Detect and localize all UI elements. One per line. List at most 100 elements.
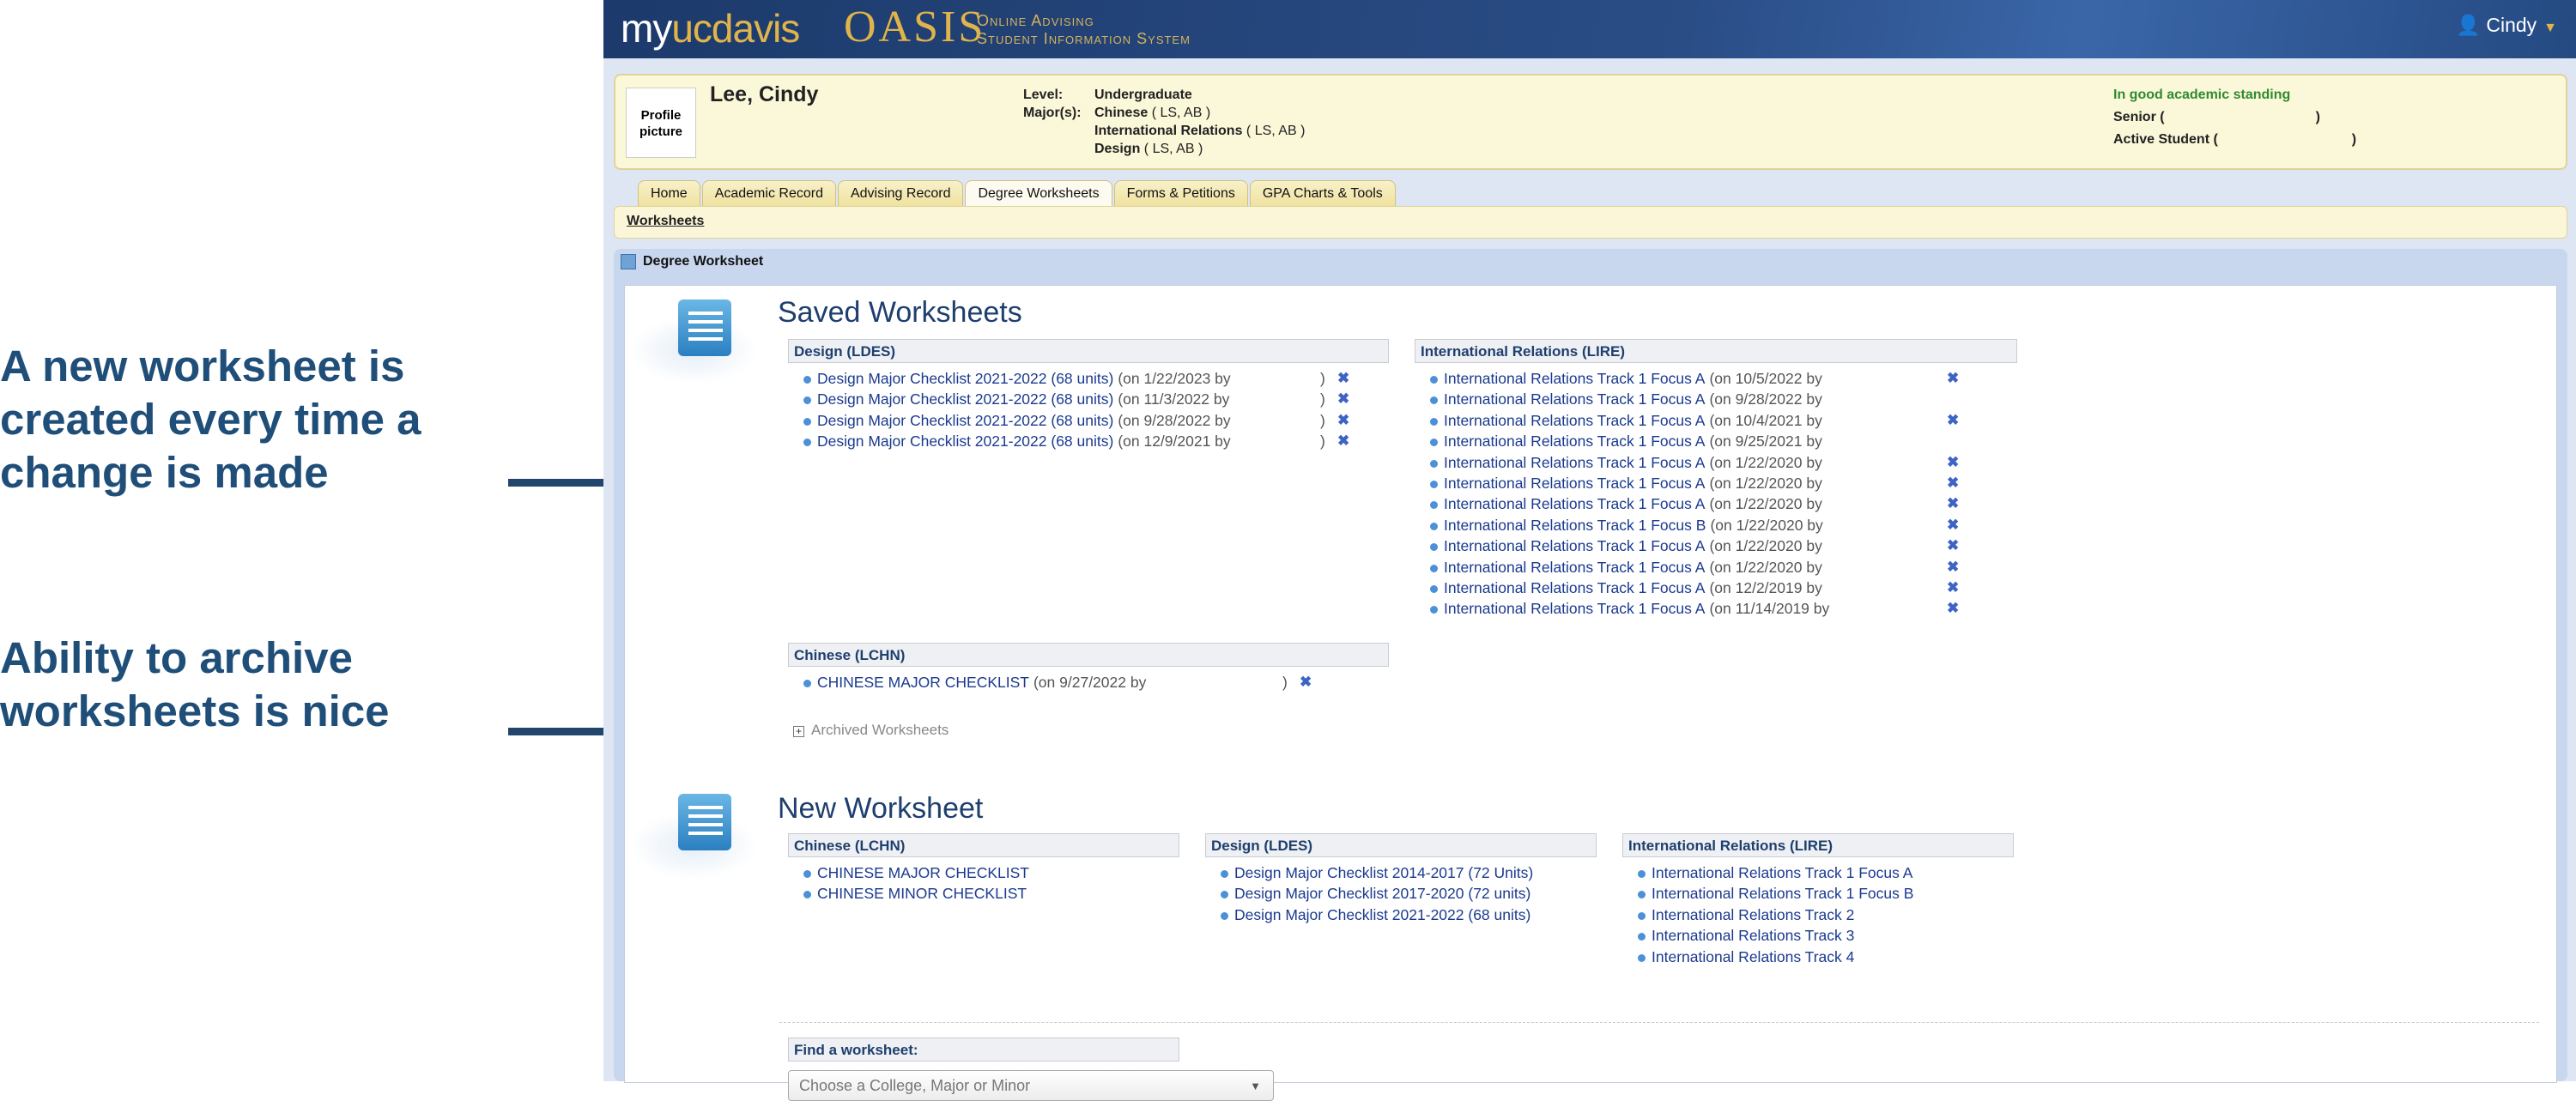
new-design-list: Design Major Checklist 2014-2017 (72 Uni…	[1205, 864, 1597, 927]
new-worksheet-link[interactable]: Design Major Checklist 2017-2020 (72 uni…	[1234, 885, 1530, 902]
profile-picture: Profile picture	[626, 88, 696, 158]
profile-values: Undergraduate Chinese ( LS, AB ) Interna…	[1094, 86, 1305, 158]
new-worksheet-link[interactable]: International Relations Track 1 Focus B	[1652, 885, 1913, 902]
delete-icon[interactable]: ✖	[1947, 517, 1959, 534]
worksheet-meta-end: )	[1320, 390, 1325, 408]
worksheet-link[interactable]: International Relations Track 1 Focus A	[1444, 495, 1705, 512]
saved-worksheet-item: International Relations Track 1 Focus A(…	[1415, 412, 2017, 433]
myucdavis-logo[interactable]: myucdavis	[621, 5, 800, 51]
class-level: Senior ()	[2113, 106, 2356, 129]
major-chinese: Chinese ( LS, AB )	[1094, 104, 1305, 122]
subnav-worksheets-link[interactable]: Worksheets	[627, 214, 704, 229]
worksheet-link[interactable]: International Relations Track 1 Focus A	[1444, 370, 1705, 387]
worksheet-link[interactable]: International Relations Track 1 Focus A	[1444, 600, 1705, 617]
new-worksheet-link[interactable]: Design Major Checklist 2014-2017 (72 Uni…	[1234, 864, 1533, 881]
new-worksheet-link[interactable]: International Relations Track 4	[1652, 948, 1854, 965]
oasis-subtitle: Online Advising Student Information Syst…	[977, 12, 1191, 48]
worksheet-link[interactable]: Design Major Checklist 2021-2022 (68 uni…	[817, 390, 1113, 408]
delete-icon[interactable]: ✖	[1337, 390, 1349, 408]
new-worksheet-link[interactable]: International Relations Track 3	[1652, 927, 1854, 944]
worksheet-link[interactable]: International Relations Track 1 Focus B	[1444, 517, 1706, 534]
level-value: Undergraduate	[1094, 88, 1192, 102]
group-header: International Relations (LIRE)	[1622, 833, 2014, 857]
new-worksheet-link[interactable]: CHINESE MAJOR CHECKLIST	[817, 864, 1029, 881]
worksheet-link[interactable]: Design Major Checklist 2021-2022 (68 uni…	[817, 370, 1113, 387]
saved-worksheet-item: International Relations Track 1 Focus A(…	[1415, 390, 2017, 411]
annotation-new-worksheet: A new worksheet is created every time a …	[0, 342, 421, 497]
tab-forms-petitions[interactable]: Forms & Petitions	[1113, 180, 1248, 206]
student-profile: Profile picture Lee, Cindy Level: Major(…	[614, 74, 2567, 170]
worksheet-link[interactable]: Design Major Checklist 2021-2022 (68 uni…	[817, 412, 1113, 429]
user-menu[interactable]: 👤 Cindy ▼	[2456, 14, 2557, 37]
new-worksheet-link[interactable]: Design Major Checklist 2021-2022 (68 uni…	[1234, 906, 1530, 923]
saved-worksheet-item: International Relations Track 1 Focus A(…	[1415, 559, 2017, 579]
new-worksheet-item: Design Major Checklist 2021-2022 (68 uni…	[1205, 906, 1597, 927]
saved-worksheet-item: International Relations Track 1 Focus A(…	[1415, 537, 2017, 558]
find-worksheet-select[interactable]: Choose a College, Major or Minor ▼	[788, 1070, 1274, 1101]
worksheet-link[interactable]: International Relations Track 1 Focus A	[1444, 559, 1705, 576]
delete-icon[interactable]: ✖	[1947, 579, 1959, 596]
tab-home[interactable]: Home	[638, 180, 700, 206]
profile-labels: Level: Major(s):	[1023, 86, 1082, 122]
delete-icon[interactable]: ✖	[1337, 433, 1349, 450]
worksheet-meta: (on 1/22/2023 by	[1118, 370, 1231, 387]
worksheet-link[interactable]: International Relations Track 1 Focus A	[1444, 412, 1705, 429]
group-header: Chinese (LCHN)	[788, 643, 1389, 667]
worksheet-link[interactable]: International Relations Track 1 Focus A	[1444, 454, 1705, 471]
worksheet-link[interactable]: International Relations Track 1 Focus A	[1444, 433, 1705, 450]
delete-icon[interactable]: ✖	[1947, 454, 1959, 471]
delete-icon[interactable]: ✖	[1947, 412, 1959, 429]
new-worksheet-item: International Relations Track 1 Focus B	[1622, 885, 2014, 905]
worksheet-link[interactable]: CHINESE MAJOR CHECKLIST	[817, 674, 1029, 691]
chevron-down-icon: ▼	[2543, 21, 2557, 35]
subtitle-line-1: Online Advising	[977, 12, 1094, 29]
status-text: Active Student (	[2113, 132, 2218, 147]
worksheet-meta: (on 1/22/2020 by	[1709, 474, 1822, 492]
major-codes: ( LS, AB )	[1151, 106, 1211, 120]
saved-worksheet-item: CHINESE MAJOR CHECKLIST (on 9/27/2022 by)…	[788, 674, 1389, 694]
delete-icon[interactable]: ✖	[1947, 537, 1959, 554]
delete-icon[interactable]: ✖	[1947, 600, 1959, 617]
saved-worksheet-item: International Relations Track 1 Focus A(…	[1415, 433, 2017, 453]
tab-gpa-charts-tools[interactable]: GPA Charts & Tools	[1249, 180, 1396, 206]
status-end: )	[2351, 132, 2357, 147]
worksheet-meta: (on 9/27/2022 by	[1033, 674, 1147, 691]
worksheet-meta-end: )	[1282, 674, 1288, 691]
new-worksheet-item: International Relations Track 2	[1622, 906, 2014, 927]
worksheet-link[interactable]: Design Major Checklist 2021-2022 (68 uni…	[817, 433, 1113, 450]
delete-icon[interactable]: ✖	[1947, 475, 1959, 492]
top-bar: myucdavis OASIS Online Advising Student …	[603, 0, 2576, 58]
saved-chinese-group: Chinese (LCHN) CHINESE MAJOR CHECKLIST (o…	[788, 643, 1389, 694]
delete-icon[interactable]: ✖	[1300, 674, 1312, 691]
delete-icon[interactable]: ✖	[1337, 370, 1349, 387]
saved-worksheet-item: International Relations Track 1 Focus B(…	[1415, 517, 2017, 537]
worksheet-link[interactable]: International Relations Track 1 Focus A	[1444, 475, 1705, 492]
worksheet-link[interactable]: International Relations Track 1 Focus A	[1444, 537, 1705, 554]
archived-worksheets-toggle[interactable]: + Archived Worksheets	[793, 722, 949, 739]
tab-academic-record[interactable]: Academic Record	[701, 180, 836, 206]
new-worksheet-item: International Relations Track 1 Focus A	[1622, 864, 2014, 885]
group-header: Chinese (LCHN)	[788, 833, 1179, 857]
delete-icon[interactable]: ✖	[1947, 370, 1959, 387]
new-worksheet-link[interactable]: International Relations Track 2	[1652, 906, 1854, 923]
worksheet-meta: (on 1/22/2020 by	[1709, 558, 1822, 576]
worksheet-meta: (on 9/28/2022 by	[1709, 390, 1822, 408]
oasis-app: myucdavis OASIS Online Advising Student …	[603, 0, 2576, 1101]
new-worksheet-link[interactable]: CHINESE MINOR CHECKLIST	[817, 885, 1027, 902]
worksheet-link[interactable]: International Relations Track 1 Focus A	[1444, 390, 1705, 408]
tab-advising-record[interactable]: Advising Record	[837, 180, 964, 206]
find-worksheet-label: Find a worksheet:	[788, 1037, 1179, 1062]
worksheet-icon	[621, 254, 636, 269]
delete-icon[interactable]: ✖	[1947, 559, 1959, 576]
delete-icon[interactable]: ✖	[1947, 495, 1959, 512]
saved-worksheet-item: International Relations Track 1 Focus A(…	[1415, 579, 2017, 600]
saved-design-group: Design (LDES) Design Major Checklist 202…	[788, 339, 1389, 454]
tab-degree-worksheets[interactable]: Degree Worksheets	[965, 180, 1112, 206]
major-name: Design	[1094, 142, 1141, 156]
worksheet-meta: (on 10/4/2021 by	[1709, 411, 1822, 429]
major-name: International Relations	[1094, 124, 1243, 138]
worksheet-link[interactable]: International Relations Track 1 Focus A	[1444, 579, 1705, 596]
new-worksheet-link[interactable]: International Relations Track 1 Focus A	[1652, 864, 1912, 881]
delete-icon[interactable]: ✖	[1337, 412, 1349, 429]
saved-worksheet-item: International Relations Track 1 Focus A(…	[1415, 495, 2017, 516]
